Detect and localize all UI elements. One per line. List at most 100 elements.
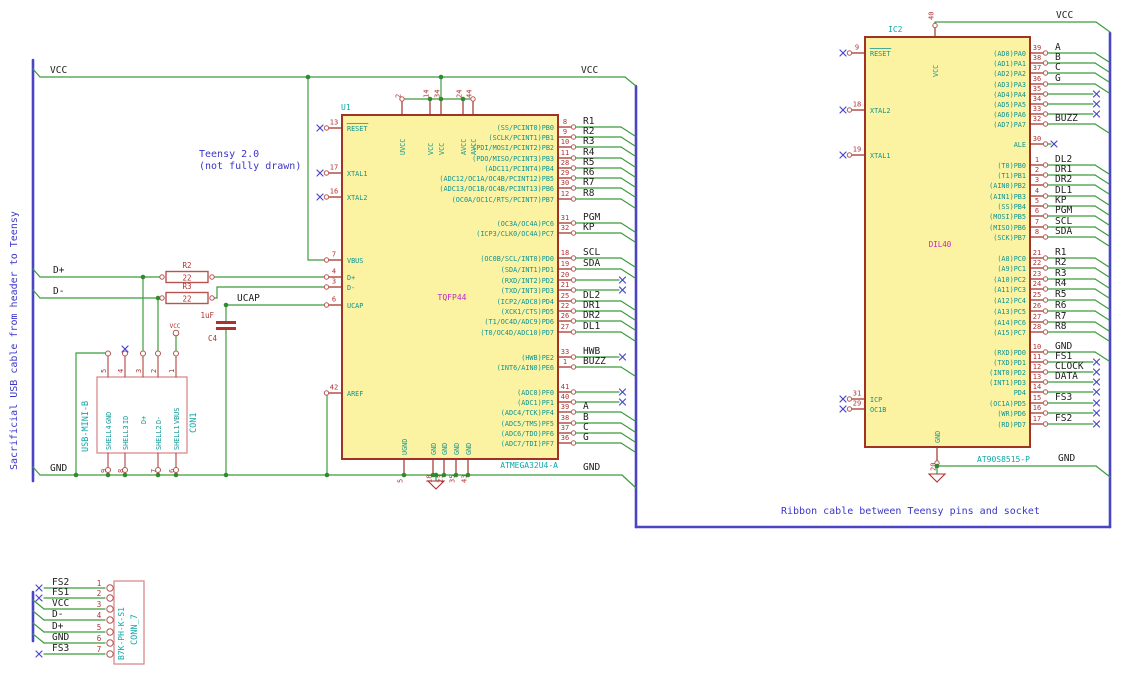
pin-circle — [570, 399, 577, 405]
value-label: 22 — [182, 295, 191, 304]
net-label: G — [583, 432, 589, 443]
pin-circle — [570, 389, 577, 395]
junction-dot — [453, 472, 459, 478]
bus-entry — [1094, 83, 1110, 94]
bus-entry — [620, 432, 636, 443]
pin-circle — [106, 616, 114, 624]
pin-name: (A14)PC6 — [993, 319, 1026, 327]
pin-name: (SCK)PB7 — [993, 234, 1026, 242]
pin-circle — [1042, 162, 1049, 168]
net-label: D- — [52, 609, 63, 620]
package-label: DIL40 — [929, 240, 952, 249]
bus-entry — [1094, 278, 1110, 289]
pin-number: 28 — [561, 159, 569, 167]
bus-entry — [620, 126, 636, 137]
pin-number: 10 — [561, 138, 569, 146]
pin-number: 3 — [1035, 176, 1039, 184]
pin-circle — [570, 364, 577, 370]
pin-number: 9 — [855, 44, 859, 52]
pin-number: 28 — [1033, 323, 1041, 331]
pin-name: SHELL4 — [105, 425, 113, 450]
pin-number: 39 — [1033, 44, 1041, 52]
pin-number: 6 — [168, 469, 176, 473]
ref-label: R3 — [182, 282, 191, 291]
bus-entry — [1094, 123, 1110, 134]
pin-circle — [1042, 389, 1049, 395]
junction-dot — [140, 274, 146, 280]
junction-dot — [305, 74, 311, 80]
pin-name: SHELL1 — [173, 425, 181, 450]
pin-circle — [570, 277, 577, 283]
net-label: DR2 — [583, 310, 600, 321]
pin-name: (T0/OC4D/ADC10)PD7 — [480, 329, 554, 337]
net-label: G — [1055, 73, 1061, 84]
pin-circle — [209, 295, 215, 301]
wire — [621, 474, 637, 489]
pin-number: 38 — [1033, 54, 1041, 62]
pin-name: (OC3A/OC4A)PC6 — [497, 220, 554, 228]
junction-dot — [173, 472, 179, 478]
pin-circle — [570, 266, 577, 272]
pin-number: 38 — [561, 414, 569, 422]
pin-circle — [570, 298, 577, 304]
pin-number: 1 — [168, 369, 176, 373]
junction-dot — [324, 472, 330, 478]
pin-number: 29 — [561, 169, 569, 177]
pin-name: RESET — [347, 125, 367, 133]
pin-number: 8 — [117, 469, 125, 473]
pin-name: (ADC12/OC1A/OC4B/PCINT12)PB5 — [439, 175, 554, 183]
wire — [32, 633, 45, 644]
pin-circle — [932, 22, 938, 29]
bus-entry — [620, 177, 636, 188]
ref-label: R2 — [182, 261, 191, 270]
pin-circle — [570, 430, 577, 436]
pin-number: 18 — [561, 249, 569, 257]
pin-circle — [570, 287, 577, 293]
junction-dot — [122, 472, 128, 478]
pin-number: 22 — [561, 302, 569, 310]
pin-number: 25 — [1033, 291, 1041, 299]
pin-circle — [106, 628, 114, 636]
junction-dot — [441, 472, 447, 478]
ref-label: U1 — [341, 103, 351, 112]
pin-number: 21 — [1033, 249, 1041, 257]
pin-circle — [209, 274, 215, 280]
pin-number: 40 — [928, 12, 936, 20]
pin-circle — [846, 396, 853, 402]
pin-circle — [106, 584, 114, 592]
pin-name: (RXD/INT2)PD2 — [501, 277, 554, 285]
pin-number: 23 — [1033, 270, 1041, 278]
bus-entry — [620, 157, 636, 168]
pin-name: (AD3)PA3 — [993, 81, 1026, 89]
bus-entry — [1094, 195, 1110, 206]
pin-circle — [1042, 172, 1049, 178]
pin-circle — [570, 230, 577, 236]
pin-name: (MISO)PB6 — [989, 224, 1026, 232]
part-label: B7K-PH-K-S1 — [117, 607, 126, 660]
pin-number: 3 — [97, 600, 102, 609]
pin-circle — [1042, 50, 1049, 56]
net-label: BUZZ — [1055, 113, 1078, 124]
pin-name: VCC — [932, 65, 940, 77]
pin-number: 7 — [97, 645, 102, 654]
pin-circle — [570, 134, 577, 140]
net-label: C — [1055, 62, 1061, 73]
junction-dot — [105, 472, 111, 478]
wire — [1095, 465, 1111, 478]
ref-label: CONN_7 — [130, 614, 140, 645]
note-teensy: Teensy 2.0 (not fully drawn) — [199, 149, 301, 173]
junction-dot — [934, 463, 940, 469]
vcc-symbol-icon — [172, 329, 180, 337]
pin-circle — [570, 175, 577, 181]
net-label: D- — [53, 286, 64, 297]
pin-circle — [846, 152, 853, 158]
net-label: BUZZ — [583, 356, 606, 367]
pin-number: 21 — [561, 281, 569, 289]
pin-number: 12 — [1033, 363, 1041, 371]
pin-circle — [570, 409, 577, 415]
pin-name: (OC0A/OC1C/RTS/PCINT7)PB7 — [452, 196, 554, 204]
pin-circle — [570, 440, 577, 446]
pin-number: 33 — [561, 348, 569, 356]
pin-circle — [570, 196, 577, 202]
junction-dot — [465, 472, 471, 478]
